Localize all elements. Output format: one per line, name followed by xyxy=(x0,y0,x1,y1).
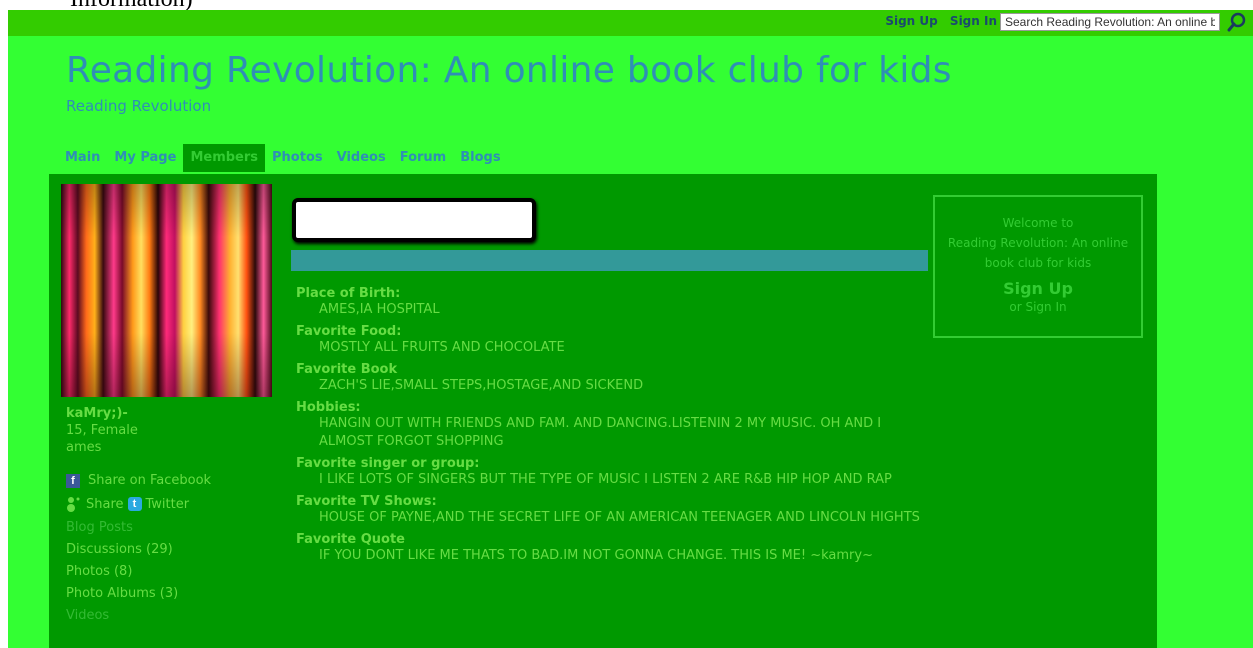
sign-in-link[interactable]: Sign In xyxy=(950,14,997,28)
field-value: ZACH'S LIE,SMALL STEPS,HOSTAGE,AND SICKE… xyxy=(319,378,644,393)
profile-field: Favorite TV Shows: HOUSE OF PAYNE,AND TH… xyxy=(296,494,926,527)
account-links: Sign Up Sign In xyxy=(877,14,997,28)
welcome-sign-in-link[interactable]: or Sign In xyxy=(935,300,1141,314)
tab-forum[interactable]: Forum xyxy=(393,144,454,172)
welcome-line-2: Reading Revolution: An online book club … xyxy=(947,236,1129,270)
top-bar: Sign Up Sign In xyxy=(8,10,1253,36)
tab-my-page[interactable]: My Page xyxy=(107,144,183,172)
field-label: Hobbies: xyxy=(296,400,361,415)
profile-field: Favorite singer or group: I LIKE LOTS OF… xyxy=(296,456,926,489)
field-value: HANGIN OUT WITH FRIENDS AND FAM. AND DAN… xyxy=(319,416,882,449)
field-value: MOSTLY ALL FRUITS AND CHOCOLATE xyxy=(319,340,565,355)
field-label: Place of Birth: xyxy=(296,286,401,301)
sign-up-link[interactable]: Sign Up xyxy=(885,14,937,28)
discussions-link[interactable]: Discussions (29) xyxy=(66,542,266,557)
main-content: kaMry;)- 15, Female ames f Share on Face… xyxy=(49,174,1157,648)
search-icon[interactable] xyxy=(1226,11,1248,33)
field-value: I LIKE LOTS OF SINGERS BUT THE TYPE OF M… xyxy=(319,472,892,487)
tab-members[interactable]: Members xyxy=(183,144,266,172)
field-value: AMES,IA HOSPITAL xyxy=(319,302,440,317)
search-input[interactable] xyxy=(1000,13,1220,31)
welcome-sign-up-link[interactable]: Sign Up xyxy=(935,279,1141,298)
profile-sidebar: kaMry;)- 15, Female ames f Share on Face… xyxy=(66,406,266,630)
member-age-gender: 15, Female xyxy=(66,423,138,438)
field-label: Favorite Book xyxy=(296,362,398,377)
tab-main[interactable]: Main xyxy=(58,144,107,172)
page: Sign Up Sign In Reading Revolution: An o… xyxy=(8,10,1253,648)
share-section: f Share on Facebook Share t Twitter xyxy=(66,473,266,512)
profile-photo[interactable] xyxy=(61,184,272,397)
tab-blogs[interactable]: Blogs xyxy=(453,144,507,172)
member-name-box xyxy=(292,198,536,242)
site-subtitle: Reading Revolution xyxy=(66,97,212,115)
photos-link[interactable]: Photos (8) xyxy=(66,564,266,579)
share-label: Share xyxy=(86,496,124,512)
profile-fields: Place of Birth: AMES,IA HOSPITAL Favorit… xyxy=(296,281,926,565)
profile-info-bar xyxy=(291,250,928,271)
tab-photos[interactable]: Photos xyxy=(265,144,330,172)
welcome-line-1: Welcome to xyxy=(1002,216,1074,230)
welcome-box: Welcome to Reading Revolution: An online… xyxy=(933,195,1143,338)
profile-field: Favorite Book ZACH'S LIE,SMALL STEPS,HOS… xyxy=(296,362,926,395)
share-twitter-link[interactable]: Share t Twitter xyxy=(66,496,266,512)
main-nav: Main My Page Members Photos Videos Forum… xyxy=(58,144,508,172)
facebook-icon: f xyxy=(66,473,80,488)
share-facebook-label: Share on Facebook xyxy=(88,473,212,488)
field-label: Favorite TV Shows: xyxy=(296,494,437,509)
site-title[interactable]: Reading Revolution: An online book club … xyxy=(66,50,952,91)
profile-field: Hobbies: HANGIN OUT WITH FRIENDS AND FAM… xyxy=(296,400,926,451)
twitter-icon: t xyxy=(127,497,142,511)
blog-posts-link[interactable]: Blog Posts xyxy=(66,520,266,535)
member-name[interactable]: kaMry;)- xyxy=(66,406,266,421)
videos-link[interactable]: Videos xyxy=(66,608,266,623)
profile-links: Blog Posts Discussions (29) Photos (8) P… xyxy=(66,520,266,623)
field-label: Favorite Food: xyxy=(296,324,402,339)
profile-field: Favorite Food: MOSTLY ALL FRUITS AND CHO… xyxy=(296,324,926,357)
twitter-label: Twitter xyxy=(145,496,190,512)
profile-field: Favorite Quote IF YOU DONT LIKE ME THATS… xyxy=(296,532,926,565)
share-facebook-link[interactable]: f Share on Facebook xyxy=(66,473,266,488)
tab-videos[interactable]: Videos xyxy=(330,144,393,172)
member-location: ames xyxy=(66,440,102,455)
share-icon xyxy=(67,497,80,512)
field-value: IF YOU DONT LIKE ME THATS TO BAD.IM NOT … xyxy=(319,548,873,563)
photo-albums-link[interactable]: Photo Albums (3) xyxy=(66,586,266,601)
field-label: Favorite Quote xyxy=(296,532,405,547)
field-label: Favorite singer or group: xyxy=(296,456,480,471)
profile-field: Place of Birth: AMES,IA HOSPITAL xyxy=(296,286,926,319)
welcome-text: Welcome to Reading Revolution: An online… xyxy=(935,213,1141,273)
field-value: HOUSE OF PAYNE,AND THE SECRET LIFE OF AN… xyxy=(319,510,920,525)
